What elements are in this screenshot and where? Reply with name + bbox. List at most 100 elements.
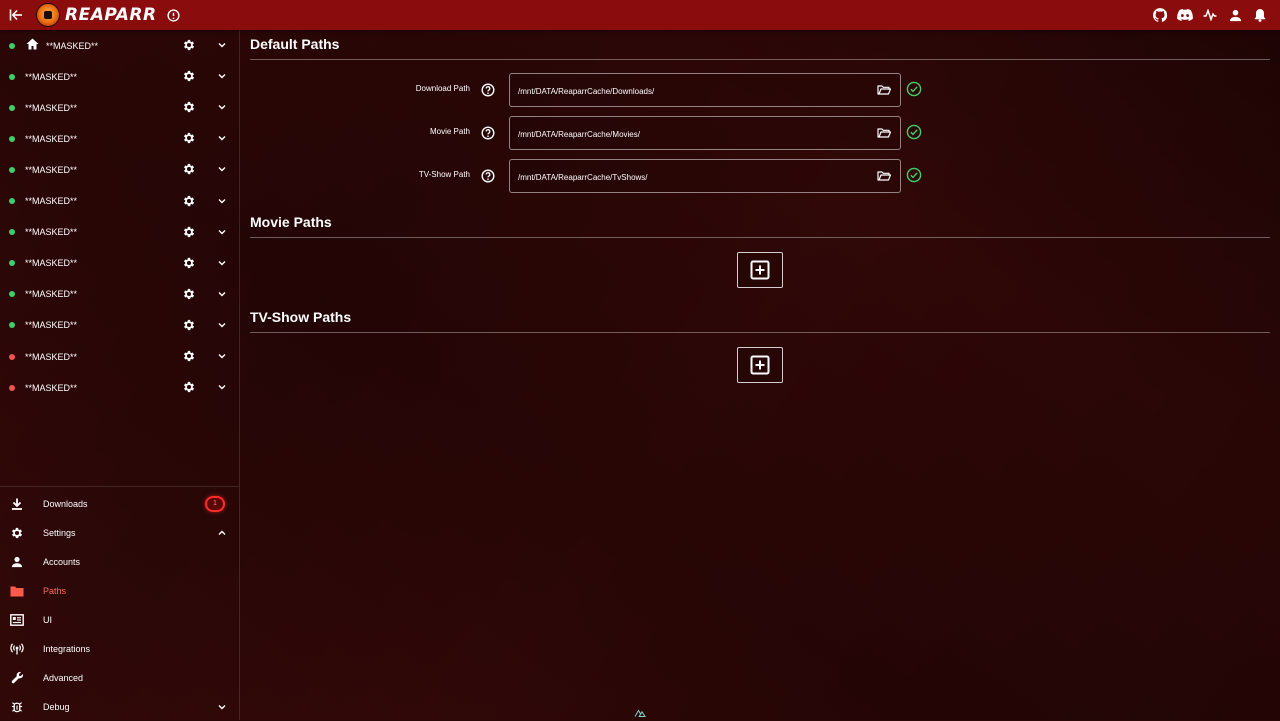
nav-item-integrations[interactable]: Integrations [0,634,239,663]
chevron-down-icon[interactable] [217,382,227,392]
download-icon [10,497,24,511]
gear-icon[interactable] [182,69,196,83]
help-circle-icon[interactable] [481,126,495,140]
chevron-down-icon[interactable] [217,227,227,237]
add-movie-path-button[interactable] [737,252,783,288]
nav-item-advanced[interactable]: Advanced [0,663,239,692]
status-dot [9,229,15,236]
gear-icon[interactable] [182,194,196,208]
download-path-input[interactable] [516,74,870,108]
server-item[interactable]: **MASKED** [0,372,239,403]
gear-icon[interactable] [182,380,196,394]
gear-icon[interactable] [182,349,196,363]
section-divider [250,59,1270,60]
help-circle-icon[interactable] [481,169,495,183]
nav-item-downloads[interactable]: Downloads 1 [0,489,239,518]
chevron-down-icon[interactable] [217,133,227,143]
chevron-down-icon[interactable] [217,164,227,174]
github-button[interactable] [1152,7,1168,23]
folder-icon [10,584,24,598]
tvshow-path-input[interactable] [516,160,870,194]
nav-item-paths[interactable]: Paths [0,576,239,605]
section-title-movie-paths: Movie Paths [250,214,332,230]
bottom-navigation: Downloads 1 Settings Accounts Paths UI I… [0,486,239,721]
server-item[interactable]: **MASKED** [0,186,239,217]
add-tvshow-path-button[interactable] [737,347,783,383]
server-name: **MASKED** [25,196,78,206]
server-item[interactable]: **MASKED** [0,341,239,372]
nav-label-settings: Settings [43,527,76,538]
gear-icon[interactable] [182,131,196,145]
gear-icon[interactable] [182,38,196,52]
paths-settings-page: Default Paths Download Path Movie Path [250,30,1270,720]
valid-check-icon [906,124,922,140]
gear-icon[interactable] [182,318,196,332]
server-item[interactable]: **MASKED** [0,217,239,248]
download-path-field [509,73,901,108]
wrench-icon [10,671,24,685]
nav-item-debug[interactable]: Debug [0,692,239,721]
chevron-down-icon[interactable] [217,196,227,206]
gear-icon[interactable] [182,225,196,239]
nav-label-integrations: Integrations [43,643,91,654]
github-icon [1153,8,1167,22]
movie-path-field [509,116,901,151]
gear-icon[interactable] [182,162,196,176]
path-row-download: Download Path [250,73,1270,108]
downloads-count-badge: 1 [205,495,225,512]
server-item[interactable]: **MASKED** [0,154,239,185]
folder-open-icon[interactable] [877,83,891,97]
top-bar: REAPARR [0,0,1280,30]
chevron-down-icon[interactable] [217,289,227,299]
nav-item-settings[interactable]: Settings [0,518,239,547]
chevron-down-icon[interactable] [217,258,227,268]
collapse-sidebar-button[interactable] [0,0,32,30]
status-dot [9,291,15,298]
server-item[interactable]: **MASKED** [0,310,239,341]
info-button[interactable] [167,8,180,22]
account-button[interactable] [1227,7,1243,23]
server-item[interactable]: **MASKED** [0,123,239,154]
chevron-down-icon[interactable] [217,40,227,50]
folder-open-icon[interactable] [877,126,891,140]
status-dot [9,260,15,267]
chevron-down-icon[interactable] [217,71,227,81]
help-circle-icon[interactable] [481,83,495,97]
status-dot [9,73,15,80]
home-icon [26,38,39,50]
path-row-tvshow: TV-Show Path [250,159,1270,194]
notifications-button[interactable] [1252,7,1268,23]
status-dot [9,353,15,360]
nav-item-accounts[interactable]: Accounts [0,547,239,576]
activity-button[interactable] [1202,7,1218,23]
broadcast-icon [10,642,24,656]
path-label: TV-Show Path [418,170,470,179]
chevron-down-icon[interactable] [217,702,227,712]
server-item[interactable]: **MASKED** [0,30,239,61]
folder-open-icon[interactable] [877,169,891,183]
discord-button[interactable] [1177,7,1193,23]
server-name: **MASKED** [25,71,78,82]
server-name: **MASKED** [25,258,78,269]
chevron-down-icon[interactable] [217,102,227,112]
person-icon [10,555,24,569]
chevron-down-icon[interactable] [217,320,227,330]
server-item[interactable]: **MASKED** [0,92,239,123]
user-icon [1229,9,1241,21]
server-name: **MASKED** [25,164,78,175]
nav-item-ui[interactable]: UI [0,605,239,634]
server-item[interactable]: **MASKED** [0,248,239,279]
chevron-down-icon[interactable] [217,351,227,361]
path-label: Movie Path [429,127,470,136]
server-item[interactable]: **MASKED** [0,279,239,310]
gear-icon[interactable] [182,100,196,114]
discord-icon [1177,9,1193,21]
gear-icon[interactable] [182,287,196,301]
nav-label-advanced: Advanced [43,672,84,683]
status-dot [9,384,15,391]
movie-path-input[interactable] [516,117,870,151]
gear-icon[interactable] [182,256,196,270]
server-item[interactable]: **MASKED** [0,61,239,92]
chevron-up-icon[interactable] [217,528,227,538]
app-logo[interactable]: REAPARR [36,3,157,27]
